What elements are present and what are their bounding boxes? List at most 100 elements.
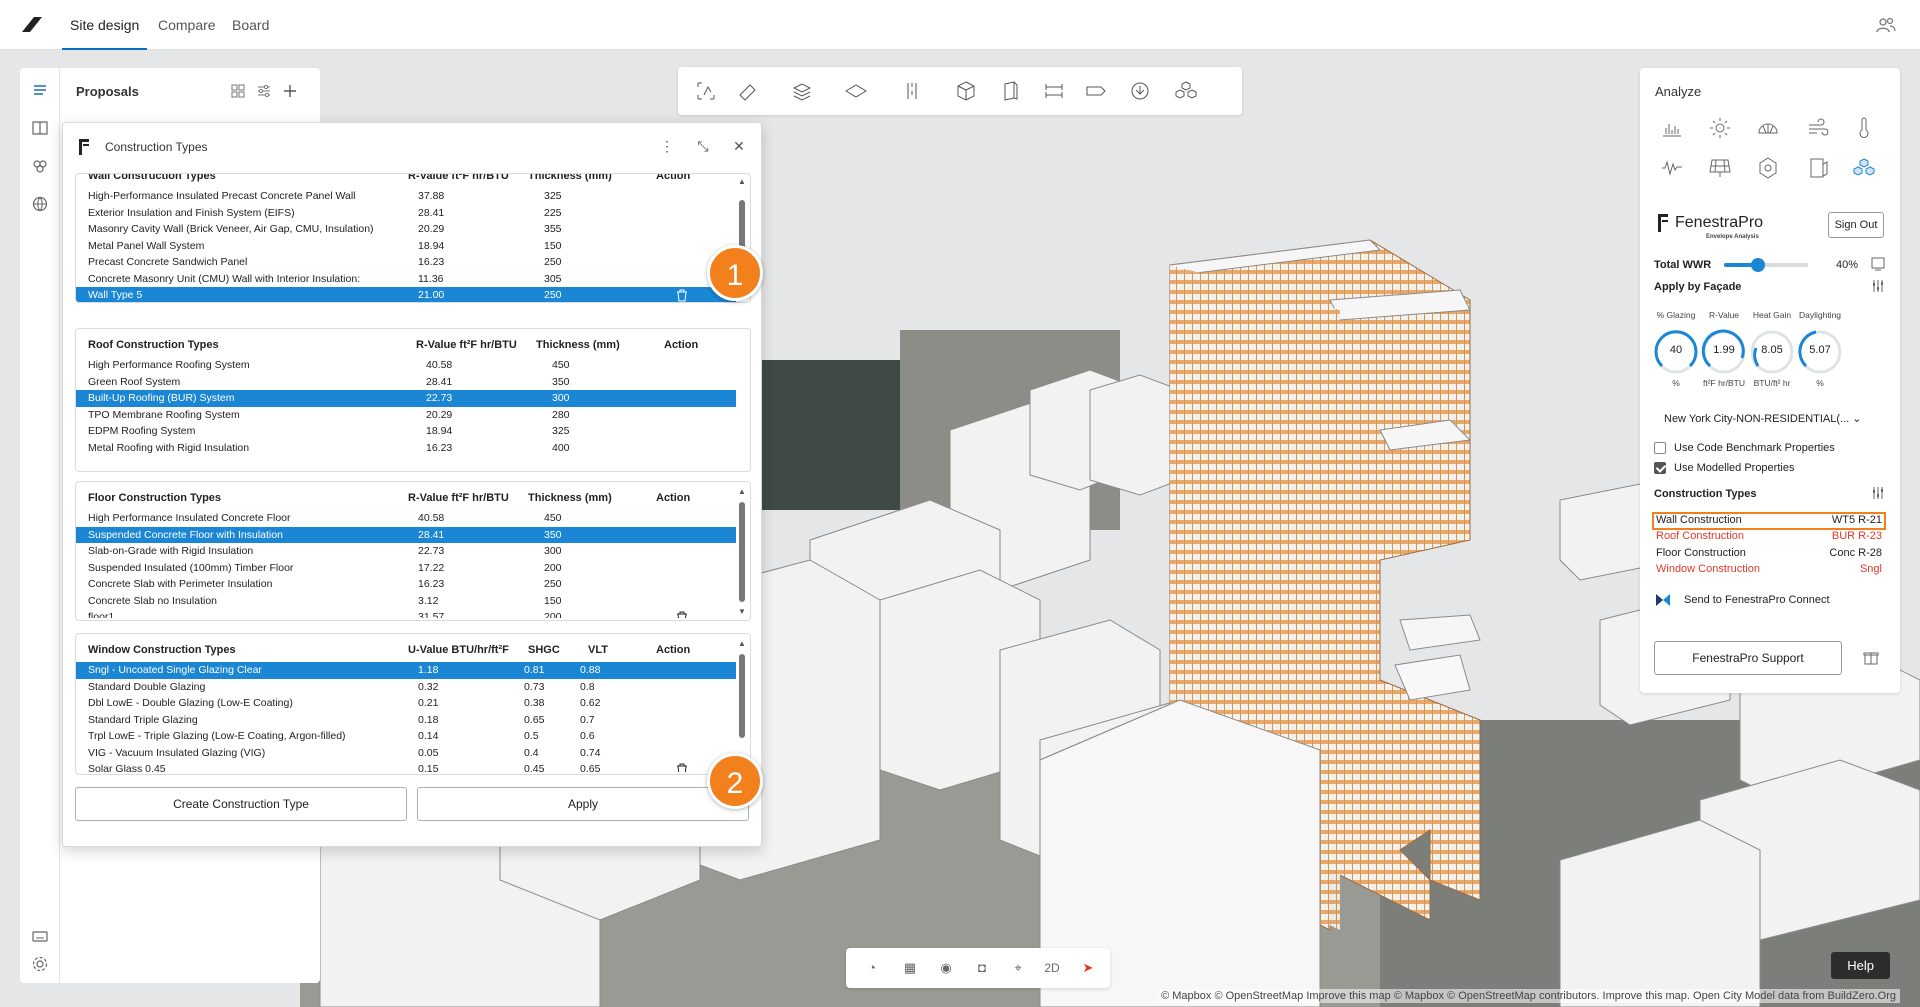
wall-type-row[interactable]: High-Performance Insulated Precast Concr… — [76, 188, 736, 205]
window-type-row[interactable]: Dbl LowE - Double Glazing (Low-E Coating… — [76, 695, 736, 712]
floor-type-row[interactable]: Concrete Slab with Perimeter Insulation 1… — [76, 576, 736, 593]
sky-dome-icon[interactable] — [1756, 116, 1780, 140]
sun-icon[interactable] — [1708, 116, 1732, 140]
roof-type-row[interactable]: EDPM Roofing System 18.94 325 — [76, 423, 736, 440]
window-type-row[interactable]: Standard Triple Glazing 0.18 0.65 0.7 — [76, 712, 736, 729]
keyboard-icon[interactable] — [30, 926, 50, 946]
adjust-sliders-icon[interactable] — [1870, 278, 1886, 294]
wall-type-row[interactable]: Wall Type 5 21.00 250 — [76, 287, 736, 302]
tab-compare[interactable]: Compare — [150, 0, 224, 50]
climate-select[interactable]: New York City-NON-RESIDENTIAL(... ⌄ — [1664, 412, 1861, 425]
add-icon[interactable] — [282, 83, 298, 99]
window-type-row[interactable]: VIG - Vacuum Insulated Glazing (VIG) 0.05… — [76, 745, 736, 762]
delete-icon[interactable] — [676, 611, 688, 618]
roof-type-row[interactable]: High Performance Roofing System 40.58 450 — [76, 357, 736, 374]
extrude-icon[interactable] — [998, 79, 1022, 103]
apply-button[interactable]: Apply — [417, 787, 749, 821]
window-scrollbar[interactable]: ▲ — [738, 640, 746, 770]
wall-type-row[interactable]: Concrete Masonry Unit (CMU) Wall with In… — [76, 271, 736, 288]
scroll-thumb[interactable] — [739, 654, 745, 738]
scroll-down-icon[interactable]: ▼ — [738, 608, 746, 616]
floor-type-row[interactable]: Suspended Insulated (100mm) Timber Floor… — [76, 560, 736, 577]
roof-type-row[interactable]: Metal Roofing with Rigid Insulation 16.23… — [76, 440, 736, 457]
compass-icon[interactable]: ➤ — [1078, 958, 1098, 978]
layers-icon[interactable] — [790, 79, 814, 103]
gift-icon[interactable] — [1862, 648, 1880, 666]
adjust-sliders-icon[interactable] — [1870, 485, 1886, 501]
wall-type-row[interactable]: Metal Panel Wall System 18.94 150 — [76, 238, 736, 255]
use-modelled-checkbox[interactable] — [1654, 462, 1666, 474]
tab-board[interactable]: Board — [224, 0, 277, 50]
eye-icon[interactable]: ◉ — [936, 958, 956, 978]
filter-sliders-icon[interactable] — [256, 83, 272, 99]
total-wwr-slider[interactable] — [1724, 258, 1808, 272]
floor-type-row[interactable]: floor1 31.57 200 — [76, 609, 736, 618]
histogram-icon[interactable] — [1660, 116, 1684, 140]
window-type-row[interactable]: Sngl - Uncoated Single Glazing Clear 1.18… — [76, 662, 736, 679]
help-button[interactable]: Help — [1831, 952, 1890, 979]
building-box-icon[interactable] — [954, 79, 978, 103]
floor-construction-row[interactable]: Floor Construction Conc R-28 — [1656, 546, 1886, 562]
notification-icon[interactable]: ◔ — [862, 958, 882, 978]
wall-type-row[interactable]: Precast Concrete Sandwich Panel 16.23 250 — [76, 254, 736, 271]
close-icon[interactable]: ✕ — [731, 138, 747, 154]
floor-type-row[interactable]: Suspended Concrete Floor with Insulation… — [76, 526, 736, 543]
fenestrapro-support-button[interactable]: FenestraPro Support — [1654, 641, 1842, 675]
ruler-icon[interactable] — [736, 79, 760, 103]
floor-scrollbar[interactable]: ▲ ▼ — [738, 488, 746, 616]
roof-type-row[interactable]: Built-Up Roofing (BUR) System 22.73 300 — [76, 390, 736, 407]
window-type-row[interactable]: Solar Glass 0.45 0.15 0.45 0.65 — [76, 761, 736, 772]
globe-icon[interactable] — [30, 194, 50, 214]
window-type-row[interactable]: Trpl LowE - Triple Glazing (Low-E Coatin… — [76, 728, 736, 745]
scroll-thumb[interactable] — [739, 502, 745, 602]
grid-view-icon[interactable] — [230, 83, 246, 99]
floorplan-icon[interactable]: ▦ — [900, 958, 920, 978]
facade-icon[interactable] — [1806, 156, 1830, 180]
delete-icon[interactable] — [676, 289, 688, 302]
tab-site-design[interactable]: Site design — [62, 0, 148, 50]
use-code-benchmark-checkbox[interactable] — [1654, 442, 1666, 454]
scroll-up-icon[interactable]: ▲ — [738, 640, 746, 648]
roof-construction-row[interactable]: Roof Construction BUR R-23 — [1656, 529, 1886, 545]
wwr-slider-knob[interactable] — [1750, 258, 1765, 272]
scroll-up-icon[interactable]: ▲ — [738, 178, 746, 186]
delete-icon[interactable] — [676, 763, 688, 772]
tag-icon[interactable] — [1084, 79, 1108, 103]
send-to-connect-link[interactable]: Send to FenestraPro Connect — [1684, 594, 1830, 606]
split-icon[interactable] — [900, 79, 924, 103]
more-options-icon[interactable]: ⋮ — [659, 138, 675, 154]
energy-hex-icon[interactable] — [1756, 156, 1780, 180]
window-construction-row[interactable]: Window Construction Sngl — [1656, 562, 1886, 578]
roof-type-row[interactable]: TPO Membrane Roofing System 20.29 280 — [76, 407, 736, 424]
map-attribution[interactable]: © Mapbox © OpenStreetMap Improve this ma… — [1157, 989, 1900, 1003]
floor-type-row[interactable]: Slab-on-Grade with Rigid Insulation 22.73… — [76, 543, 736, 560]
wall-type-row[interactable]: Masonry Cavity Wall (Brick Veneer, Air G… — [76, 221, 736, 238]
fenestrapro-plugin-icon[interactable] — [1852, 156, 1876, 180]
cubes-icon[interactable] — [30, 156, 50, 176]
scroll-up-icon[interactable]: ▲ — [738, 488, 746, 496]
components-icon[interactable] — [1174, 79, 1198, 103]
import-icon[interactable] — [1128, 79, 1152, 103]
wall-construction-row[interactable]: Wall Construction WT5 R-21 — [1656, 513, 1886, 529]
list-icon[interactable] — [30, 80, 50, 100]
measure-icon[interactable] — [1042, 79, 1066, 103]
solar-panel-icon[interactable] — [1708, 156, 1732, 180]
focus-icon[interactable]: ⌖ — [1008, 958, 1028, 978]
floor-type-row[interactable]: Concrete Slab no Insulation 3.12 150 — [76, 593, 736, 610]
collapse-icon[interactable]: ⤡ — [695, 138, 711, 154]
users-icon[interactable] — [1876, 16, 1896, 34]
camera-icon[interactable]: ◘ — [972, 958, 992, 978]
floor-type-row[interactable]: High Performance Insulated Concrete Floo… — [76, 510, 736, 527]
roof-type-row[interactable]: Green Roof System 28.41 350 — [76, 374, 736, 391]
save-icon[interactable] — [1870, 256, 1886, 272]
autodesk-logo-icon[interactable] — [20, 14, 44, 34]
settings-gear-icon[interactable] — [30, 954, 50, 974]
wall-type-row[interactable]: Exterior Insulation and Finish System (E… — [76, 205, 736, 222]
thermometer-icon[interactable] — [1852, 116, 1876, 140]
create-construction-type-button[interactable]: Create Construction Type — [75, 787, 407, 821]
noise-icon[interactable] — [1660, 156, 1684, 180]
sign-out-button[interactable]: Sign Out — [1828, 212, 1884, 238]
plane-icon[interactable] — [844, 79, 868, 103]
book-icon[interactable] — [30, 118, 50, 138]
window-type-row[interactable]: Standard Double Glazing 0.32 0.73 0.8 — [76, 679, 736, 696]
